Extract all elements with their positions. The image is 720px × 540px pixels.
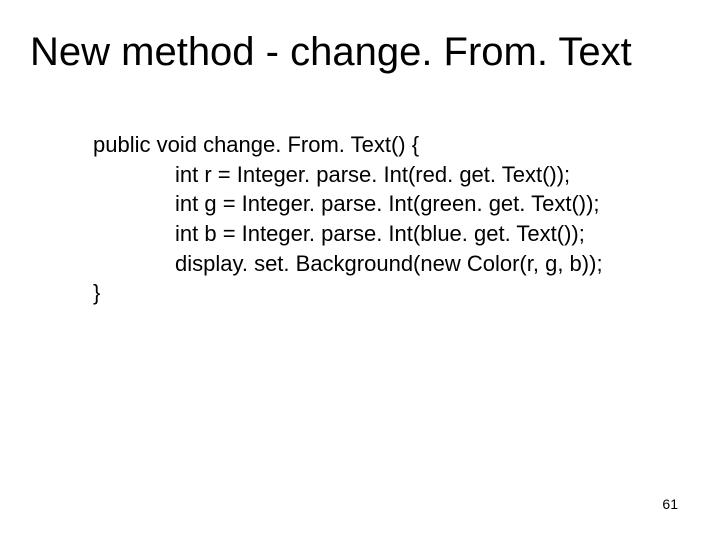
code-line: int r = Integer. parse. Int(red. get. Te…: [93, 160, 690, 190]
code-line: int b = Integer. parse. Int(blue. get. T…: [93, 219, 690, 249]
code-line: display. set. Background(new Color(r, g,…: [93, 249, 690, 279]
slide-title: New method - change. From. Text: [30, 30, 690, 75]
code-line: }: [93, 278, 690, 308]
page-number: 61: [662, 496, 678, 512]
code-line: public void change. From. Text() {: [93, 130, 690, 160]
code-block: public void change. From. Text() { int r…: [93, 130, 690, 308]
code-line: int g = Integer. parse. Int(green. get. …: [93, 189, 690, 219]
slide: New method - change. From. Text public v…: [0, 0, 720, 540]
